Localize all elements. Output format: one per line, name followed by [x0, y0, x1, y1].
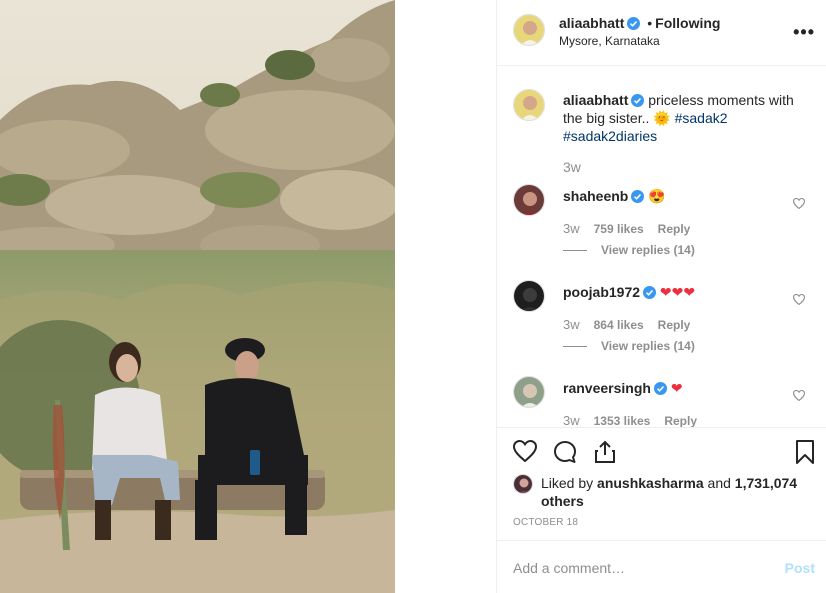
avatar[interactable]: [513, 184, 545, 216]
reply-button[interactable]: Reply: [664, 414, 697, 427]
comment-time[interactable]: 3w: [563, 221, 580, 236]
sun-emoji: 🌞: [653, 110, 671, 126]
comment-username[interactable]: poojab1972: [563, 284, 640, 300]
view-replies-label: View replies (14): [601, 339, 695, 353]
avatar[interactable]: [513, 89, 545, 121]
comment-like-icon[interactable]: [792, 292, 806, 308]
comment-body: ❤: [670, 380, 683, 396]
view-replies-label: View replies (14): [601, 243, 695, 257]
comment-time[interactable]: 3w: [563, 413, 580, 427]
comment-meta: 3w 759 likes Reply: [563, 221, 690, 236]
verified-badge-icon: [627, 17, 641, 30]
post-side-panel: aliaabhatt • Following Mysore, Karnataka …: [496, 0, 826, 593]
liked-by-prefix: Liked by: [541, 475, 594, 491]
comment-time[interactable]: 3w: [563, 317, 580, 332]
verified-badge-icon: [643, 286, 657, 299]
avatar[interactable]: [513, 474, 533, 494]
avatar[interactable]: [513, 376, 545, 408]
caption-username[interactable]: aliaabhatt: [563, 92, 628, 108]
comments-list[interactable]: aliaabhatt priceless moments with the bi…: [497, 67, 826, 427]
reply-button[interactable]: Reply: [658, 222, 691, 236]
hashtag-link[interactable]: #sadak2diaries: [563, 128, 657, 144]
add-comment-bar: Post: [497, 540, 826, 593]
comment-bubble-icon[interactable]: [553, 440, 577, 467]
post-button[interactable]: Post: [785, 560, 815, 576]
verified-badge-icon: [631, 93, 645, 107]
comment-meta: 3w 864 likes Reply: [563, 317, 690, 332]
following-button[interactable]: Following: [655, 15, 720, 31]
view-replies-button[interactable]: View replies (14): [563, 339, 695, 353]
comment-username[interactable]: shaheenb: [563, 188, 628, 204]
post-header: aliaabhatt • Following Mysore, Karnataka …: [497, 0, 826, 66]
comment-text: shaheenb 😍: [563, 188, 666, 205]
post-date[interactable]: OCTOBER 18: [513, 517, 578, 528]
comment-likes[interactable]: 864 likes: [594, 318, 644, 332]
hashtag-link[interactable]: #sadak2: [675, 110, 728, 126]
view-replies-button[interactable]: View replies (14): [563, 243, 695, 257]
divider-line: [563, 346, 587, 348]
avatar[interactable]: [513, 14, 545, 46]
comment-body: ❤❤❤: [659, 284, 696, 300]
liked-by-user[interactable]: anushkasharma: [597, 475, 704, 491]
comment-body: 😍: [648, 188, 666, 204]
comment-like-icon[interactable]: [792, 196, 806, 212]
comment-meta: 3w 1353 likes Reply: [563, 413, 697, 427]
more-options-icon[interactable]: •••: [793, 22, 815, 43]
share-icon[interactable]: [593, 440, 617, 467]
comment-text: poojab1972 ❤❤❤: [563, 284, 695, 301]
comment-likes[interactable]: 759 likes: [594, 222, 644, 236]
comment-likes[interactable]: 1353 likes: [594, 414, 651, 427]
verified-badge-icon: [631, 190, 645, 203]
verified-badge-icon: [653, 382, 667, 395]
caption-text: aliaabhatt priceless moments with the bi…: [563, 91, 813, 145]
post-photo[interactable]: [0, 0, 395, 593]
post-image: [0, 0, 395, 593]
reply-button[interactable]: Reply: [658, 318, 691, 332]
divider-line: [563, 250, 587, 252]
action-bar: [497, 427, 826, 471]
heart-outline-icon[interactable]: [512, 439, 538, 465]
liked-by-text: Liked by anushkasharma and 1,731,074 oth…: [541, 474, 821, 510]
location-link[interactable]: Mysore, Karnataka: [559, 34, 660, 48]
comment-text: ranveersingh ❤: [563, 380, 683, 397]
comment-like-icon[interactable]: [792, 388, 806, 404]
username-link[interactable]: aliaabhatt: [559, 15, 624, 31]
comment-username[interactable]: ranveersingh: [563, 380, 651, 396]
caption-timestamp[interactable]: 3w: [563, 159, 581, 175]
comment-input[interactable]: [513, 557, 763, 579]
header-user-line: aliaabhatt • Following: [559, 15, 720, 31]
liked-by-connector: and: [707, 475, 731, 491]
bookmark-icon[interactable]: [795, 440, 815, 467]
separator-dot: •: [647, 15, 653, 31]
avatar[interactable]: [513, 280, 545, 312]
